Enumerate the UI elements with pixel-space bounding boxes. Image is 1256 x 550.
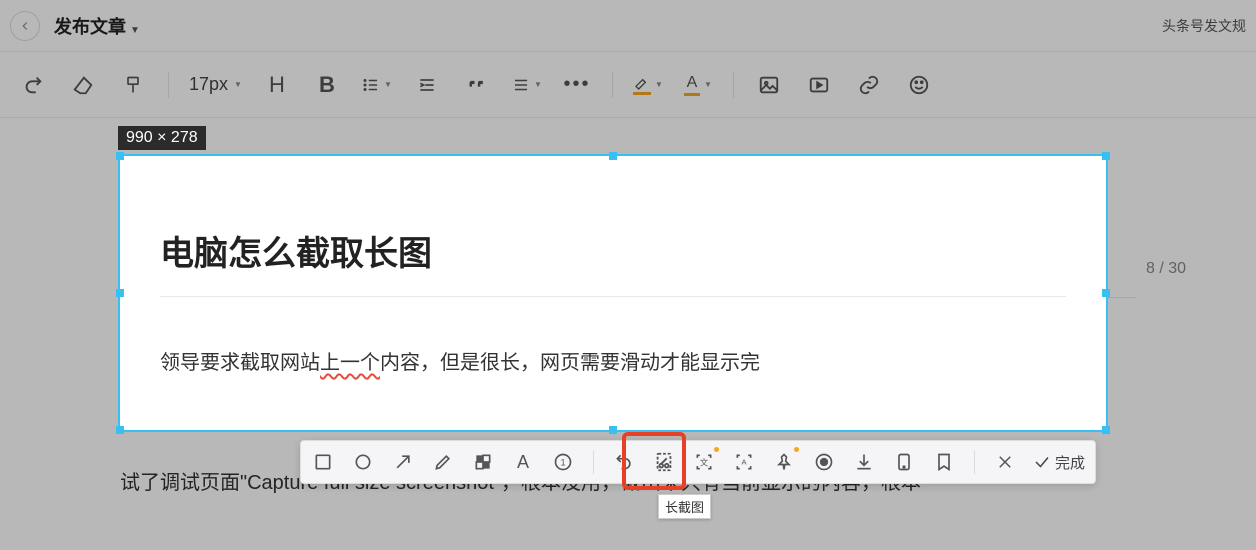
ocr-tool-button[interactable]: 文 [692,450,716,474]
svg-text:1: 1 [560,457,565,467]
indicator-dot [794,447,799,452]
article-title-in-selection: 电脑怎么截取长图 [160,226,432,275]
resize-handle-l[interactable] [116,289,124,297]
caret-down-icon: ▼ [704,80,712,89]
character-counter: 8 / 30 [1146,260,1186,278]
redo-button[interactable] [18,70,48,100]
resize-handle-tl[interactable] [116,152,124,160]
caret-down-icon: ▼ [234,80,242,89]
list-button[interactable]: ▼ [362,70,392,100]
image-button[interactable] [754,70,784,100]
separator [612,72,613,98]
screenshot-toolbar: A 1 文 A 完成 [300,440,1096,484]
resize-handle-t[interactable] [609,152,617,160]
text-tool-button[interactable]: A [511,450,535,474]
check-icon [1033,453,1051,471]
eraser-button[interactable] [68,70,98,100]
resize-handle-r[interactable] [1102,289,1110,297]
caret-down-icon: ▼ [655,80,663,89]
svg-text:A: A [741,458,746,467]
resize-handle-br[interactable] [1102,426,1110,434]
record-tool-button[interactable] [812,450,836,474]
mosaic-tool-button[interactable] [471,450,495,474]
emoji-button[interactable] [904,70,934,100]
topbar: 发布文章 ▼ 头条号发文规 [0,0,1256,52]
number-tool-button[interactable]: 1 [551,450,575,474]
link-button[interactable] [854,70,884,100]
indent-button[interactable] [412,70,442,100]
editor-toolbar: 17px▼ H B ▼ ▼ ••• ▼ A▼ [0,52,1256,118]
selection-size-badge: 990 × 278 [118,126,206,150]
resize-handle-b[interactable] [609,426,617,434]
arrow-tool-button[interactable] [391,450,415,474]
pencil-tool-button[interactable] [431,450,455,474]
indicator-dot [714,447,719,452]
more-button[interactable]: ••• [562,70,592,100]
caret-down-icon: ▼ [384,80,392,89]
page-title-dropdown[interactable]: 发布文章 ▼ [54,13,140,39]
quote-button[interactable] [462,70,492,100]
font-size-select[interactable]: 17px▼ [189,74,242,95]
format-painter-button[interactable] [118,70,148,100]
caret-down-icon: ▼ [534,80,542,89]
align-button[interactable]: ▼ [512,70,542,100]
caret-down-icon: ▼ [130,25,140,36]
cancel-button[interactable] [993,450,1017,474]
separator [974,450,975,474]
help-link[interactable]: 头条号发文规 [1162,16,1246,36]
done-button[interactable]: 完成 [1033,452,1085,473]
highlight-box [622,432,686,490]
heading-button[interactable]: H [262,70,292,100]
download-button[interactable] [852,450,876,474]
tooltip: 长截图 [658,494,711,519]
share-button[interactable] [892,450,916,474]
text-color-button[interactable]: A▼ [683,70,713,100]
page-title-text: 发布文章 [54,17,126,37]
separator [733,72,734,98]
ellipse-tool-button[interactable] [351,450,375,474]
video-button[interactable] [804,70,834,100]
bookmark-button[interactable] [932,450,956,474]
separator [593,450,594,474]
resize-handle-bl[interactable] [116,426,124,434]
separator [168,72,169,98]
highlight-color-button[interactable]: ▼ [633,70,663,100]
pin-tool-button[interactable] [772,450,796,474]
paragraph-in-selection: 领导要求截取网站上一个内容，但是很长，网页需要滑动才能显示完 [160,346,760,375]
bold-button[interactable]: B [312,70,342,100]
translate-tool-button[interactable]: A [732,450,756,474]
back-button[interactable] [10,11,40,41]
rect-tool-button[interactable] [311,450,335,474]
screenshot-selection[interactable]: 电脑怎么截取长图 领导要求截取网站上一个内容，但是很长，网页需要滑动才能显示完 [118,154,1108,432]
divider [160,296,1066,297]
resize-handle-tr[interactable] [1102,152,1110,160]
svg-text:文: 文 [700,457,709,467]
